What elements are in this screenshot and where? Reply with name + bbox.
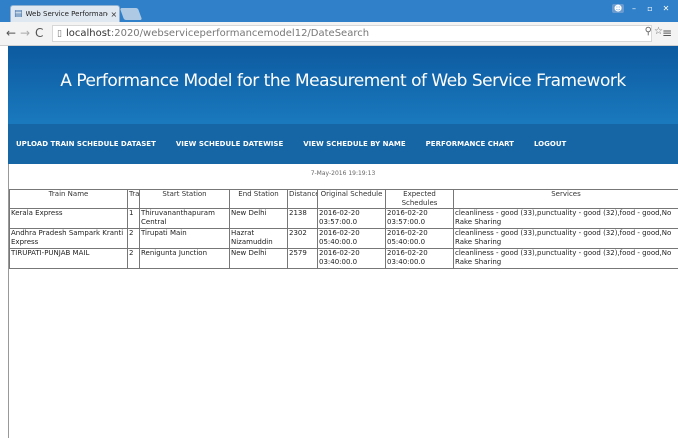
cell-track: 2 — [127, 248, 140, 269]
cell-train-name: Andhra Pradesh Sampark Kranti Express — [9, 228, 128, 249]
address-bar[interactable]: ▯ localhost:2020/webserviceperformancemo… — [52, 25, 652, 42]
cell-track: 2 — [127, 228, 140, 249]
minimize-icon[interactable]: – — [628, 4, 640, 13]
zoom-icon[interactable]: ⚲ — [645, 26, 652, 37]
page-icon: ▯ — [57, 28, 62, 39]
browser-toolbar: ← → C ▯ localhost:2020/webserviceperform… — [0, 22, 678, 46]
cell-distance: 2138 — [287, 208, 318, 229]
schedule-table: Train Name Track Start Station End Stati… — [9, 189, 678, 269]
cell-expected-schedule: 2016-02-20 03:40:00.0 — [385, 248, 454, 269]
header-start-station: Start Station — [139, 189, 230, 209]
cell-start-station: Renigunta Junction — [139, 248, 230, 269]
new-tab-button[interactable] — [119, 8, 143, 20]
page-title: A Performance Model for the Measurement … — [60, 71, 626, 91]
reload-icon[interactable]: C — [35, 26, 43, 40]
back-icon[interactable]: ← — [6, 26, 16, 40]
maximize-icon[interactable]: ▫ — [644, 4, 656, 13]
cell-start-station: Thiruvananthapuram Central — [139, 208, 230, 229]
nav-performance-chart[interactable]: PERFORMANCE CHART — [426, 140, 514, 148]
cell-train-name: Kerala Express — [9, 208, 128, 229]
cell-services: cleanliness - good (33),punctuality - go… — [453, 228, 678, 249]
nav-view-schedule-datewise[interactable]: VIEW SCHEDULE DATEWISE — [176, 140, 283, 148]
cell-original-schedule: 2016-02-20 03:57:00.0 — [317, 208, 386, 229]
cell-original-schedule: 2016-02-20 05:40:00.0 — [317, 228, 386, 249]
header-track: Track — [127, 189, 140, 209]
browser-titlebar: ▤ Web Service Performance × ☻ – ▫ ✕ — [0, 0, 678, 22]
date-timestamp: 7-May-2016 19:19:13 — [310, 170, 376, 177]
cell-original-schedule: 2016-02-20 03:40:00.0 — [317, 248, 386, 269]
page-favicon-icon: ▤ — [14, 9, 23, 19]
user-icon[interactable]: ☻ — [612, 4, 624, 13]
header-services: Services — [453, 189, 678, 209]
cell-train-name: TIRUPATI-PUNJAB MAIL — [9, 248, 128, 269]
forward-icon[interactable]: → — [20, 26, 30, 40]
cell-distance: 2579 — [287, 248, 318, 269]
tab-close-icon[interactable]: × — [111, 10, 118, 19]
cell-services: cleanliness - good (33),punctuality - go… — [453, 248, 678, 269]
header-original-schedule: Original Schedule — [317, 189, 386, 209]
cell-end-station: New Delhi — [229, 208, 288, 229]
table-header-row: Train Name Track Start Station End Stati… — [9, 189, 678, 209]
header-expected-schedules: Expected Schedules — [385, 189, 454, 209]
header-distance: Distance — [287, 189, 318, 209]
cell-expected-schedule: 2016-02-20 05:40:00.0 — [385, 228, 454, 249]
table-row: TIRUPATI-PUNJAB MAIL 2 Renigunta Junctio… — [9, 248, 678, 269]
table-row: Kerala Express 1 Thiruvananthapuram Cent… — [9, 208, 678, 229]
cell-expected-schedule: 2016-02-20 03:57:00.0 — [385, 208, 454, 229]
header-train-name: Train Name — [9, 189, 128, 209]
nav-view-schedule-by-name[interactable]: VIEW SCHEDULE BY NAME — [303, 140, 405, 148]
browser-tab[interactable]: ▤ Web Service Performance × — [10, 5, 120, 22]
close-window-icon[interactable]: ✕ — [660, 4, 672, 13]
window-controls: ☻ – ▫ ✕ — [612, 4, 672, 13]
nav-logout[interactable]: LOGOUT — [534, 140, 566, 148]
table-row: Andhra Pradesh Sampark Kranti Express 2 … — [9, 228, 678, 249]
cell-start-station: Tirupati Main — [139, 228, 230, 249]
cell-services: cleanliness - good (33),punctuality - go… — [453, 208, 678, 229]
cell-end-station: Hazrat Nizamuddin — [229, 228, 288, 249]
cell-end-station: New Delhi — [229, 248, 288, 269]
cell-distance: 2302 — [287, 228, 318, 249]
main-nav: UPLOAD TRAIN SCHEDULE DATASET VIEW SCHED… — [8, 124, 678, 164]
cell-track: 1 — [127, 208, 140, 229]
header-end-station: End Station — [229, 189, 288, 209]
url-text: localhost:2020/webserviceperformancemode… — [65, 28, 370, 39]
page-header: A Performance Model for the Measurement … — [8, 46, 678, 124]
tab-title: Web Service Performance — [25, 10, 108, 18]
nav-upload-dataset[interactable]: UPLOAD TRAIN SCHEDULE DATASET — [16, 140, 156, 148]
menu-icon[interactable]: ≡ — [662, 26, 672, 40]
